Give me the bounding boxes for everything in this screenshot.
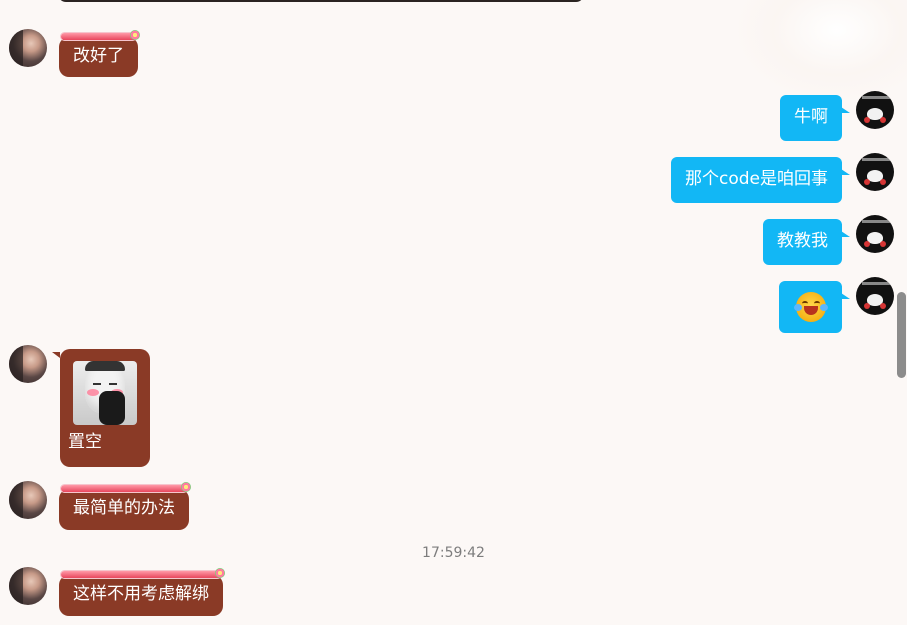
scrollbar-thumb[interactable] <box>897 292 906 378</box>
message-bubble-incoming[interactable]: 最简单的办法 <box>59 482 191 530</box>
self-avatar[interactable] <box>856 277 894 315</box>
message-bubble-outgoing[interactable]: 牛啊 <box>780 95 850 141</box>
laughing-crying-emoji-icon <box>793 292 828 322</box>
contact-avatar[interactable] <box>9 345 47 383</box>
message-text: 最简单的办法 <box>73 498 175 518</box>
message-bubble-incoming[interactable]: 这样不用考虑解绑 <box>59 568 225 616</box>
message-text: 这样不用考虑解绑 <box>73 584 209 604</box>
bubble-tail <box>52 352 60 358</box>
contact-avatar[interactable] <box>9 567 47 605</box>
message-timestamp: 17:59:42 <box>422 545 485 561</box>
previous-message-bubble-edge <box>58 0 584 2</box>
message-text: 置空 <box>68 432 102 452</box>
message-bubble-incoming[interactable]: 置空 <box>60 349 150 467</box>
message-text: 改好了 <box>73 46 124 66</box>
face-sticker-icon[interactable] <box>73 361 137 425</box>
contact-avatar[interactable] <box>9 481 47 519</box>
self-avatar[interactable] <box>856 91 894 129</box>
self-avatar[interactable] <box>856 215 894 253</box>
chat-message-area[interactable]: 改好了 牛啊 那个code是咱回事 教教我 置空 最简单的办法 17:59:42… <box>0 0 907 625</box>
message-text: 牛啊 <box>794 107 828 127</box>
background-decoration <box>737 0 907 100</box>
message-bubble-incoming[interactable]: 改好了 <box>59 30 140 77</box>
self-avatar[interactable] <box>856 153 894 191</box>
message-text: 那个code是咱回事 <box>685 169 828 189</box>
message-text: 教教我 <box>777 231 828 251</box>
message-bubble-outgoing[interactable] <box>779 281 850 333</box>
message-bubble-outgoing[interactable]: 教教我 <box>763 219 850 265</box>
message-bubble-outgoing[interactable]: 那个code是咱回事 <box>671 157 850 203</box>
contact-avatar[interactable] <box>9 29 47 67</box>
